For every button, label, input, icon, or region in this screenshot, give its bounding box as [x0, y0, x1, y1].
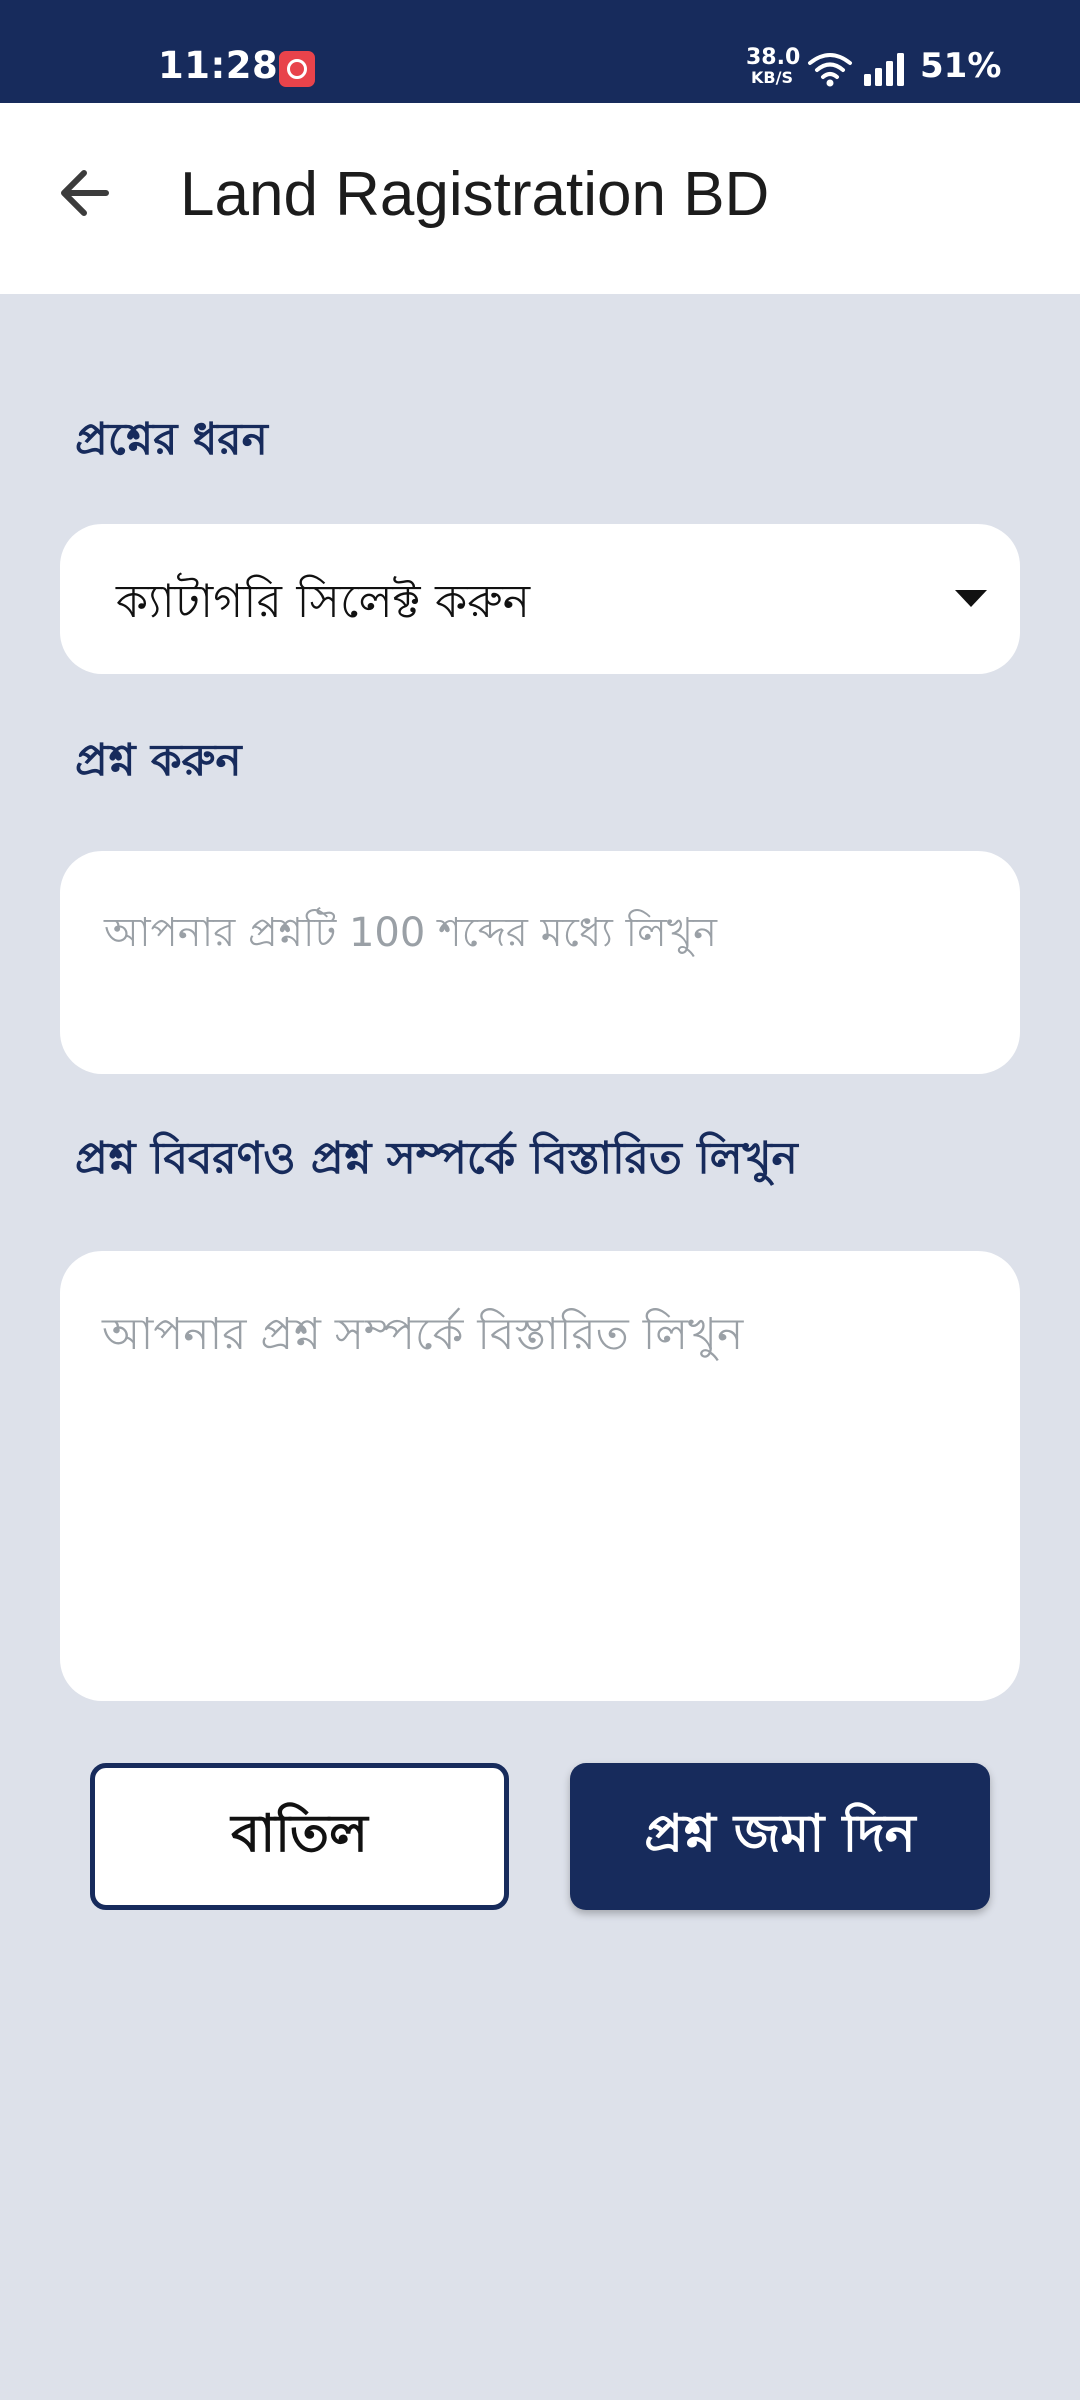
- category-label: প্রশ্নের ধরন: [75, 414, 268, 465]
- network-speed-value: 38.0: [746, 45, 801, 70]
- wifi-icon: [808, 53, 852, 87]
- network-speed: 38.0 KB/S: [746, 45, 801, 88]
- status-bar: 11:28 38.0 KB/S 51%: [0, 0, 1080, 103]
- status-time: 11:28: [158, 44, 279, 87]
- details-input[interactable]: [60, 1251, 1020, 1701]
- cell-signal-icon: [864, 53, 904, 86]
- page-title: Land Ragistration BD: [180, 160, 770, 229]
- submit-question-button[interactable]: প্রশ্ন জমা দিন: [570, 1763, 990, 1910]
- question-label: প্রশ্ন করুন: [75, 735, 242, 786]
- network-speed-unit: KB/S: [751, 68, 793, 87]
- category-dropdown[interactable]: ক্যাটাগরি সিলেক্ট করুন: [60, 524, 1020, 674]
- dropdown-arrow-icon: [955, 590, 987, 607]
- battery-level: 51%: [920, 46, 1002, 86]
- cancel-button[interactable]: বাতিল: [90, 1763, 509, 1910]
- back-button[interactable]: [50, 158, 120, 228]
- alarm-app-icon: [279, 51, 315, 87]
- question-input[interactable]: [60, 851, 1020, 1074]
- details-label: প্রশ্ন বিবরণও প্রশ্ন সম্পর্কে বিস্তারিত …: [75, 1133, 798, 1184]
- app-bar: Land Ragistration BD: [0, 103, 1080, 294]
- category-dropdown-value: ক্যাটাগরি সিলেক্ট করুন: [116, 574, 531, 628]
- arrow-left-icon: [61, 170, 109, 216]
